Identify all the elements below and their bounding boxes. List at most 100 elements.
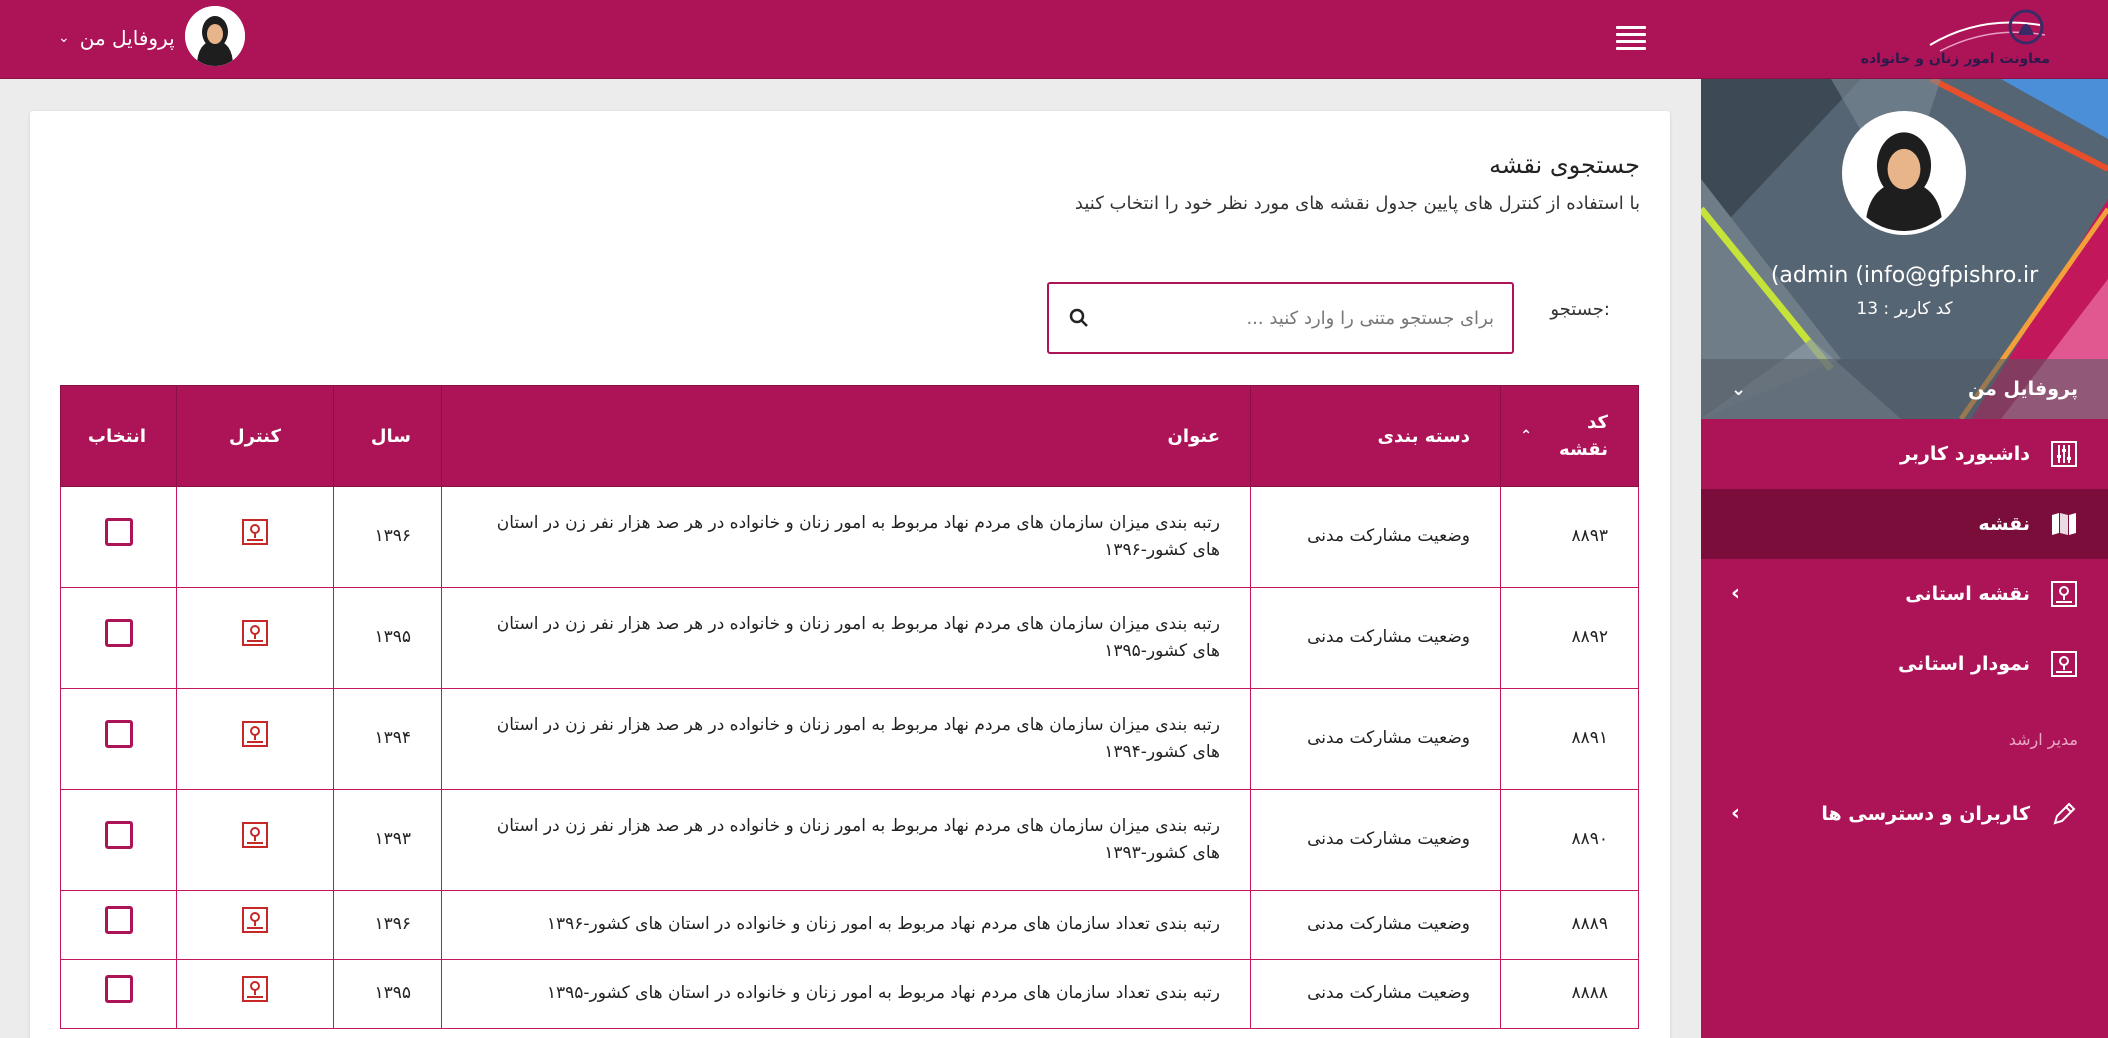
top-avatar[interactable] (185, 6, 245, 66)
row-checkbox[interactable] (104, 619, 133, 648)
cell-year: ۱۳۹۵ (333, 587, 442, 689)
search-input[interactable] (1103, 298, 1494, 338)
sidebar-item-users-access[interactable]: کاربران و دسترسی ها ‹ (1701, 779, 2108, 849)
row-checkbox[interactable] (104, 975, 133, 1004)
sidebar-section-label: مدیر ارشد (2008, 729, 2078, 749)
page-title: جستجوی نقشه (1489, 151, 1640, 179)
column-header-title[interactable]: عنوان (441, 385, 1251, 487)
cell-category: وضعیت مشارکت مدنی (1250, 890, 1501, 960)
cell-control (176, 486, 334, 588)
sidebar-item-label: داشبورد کاربر (1900, 443, 2030, 465)
sidebar-item-map[interactable]: نقشه (1701, 489, 2108, 559)
main-card: جستجوی نقشه با استفاده از کنترل های پایی… (30, 111, 1670, 1038)
page-subtitle: با استفاده از کنترل های پایین جدول نقشه … (1074, 193, 1640, 214)
map-pin-icon (2050, 650, 2078, 678)
table-row: ۸۸۹۲ وضعیت مشارکت مدنی رتبه بندی میزان س… (60, 587, 1639, 689)
cell-title: رتبه بندی تعداد سازمان های مردم نهاد مرب… (441, 959, 1251, 1029)
map-pin-icon[interactable] (242, 620, 268, 647)
sidebar-item-provincial-chart[interactable]: نمودار استانی (1701, 629, 2108, 699)
sidebar-item-label: نقشه (1978, 513, 2030, 535)
column-header-category[interactable]: دسته بندی (1250, 385, 1501, 487)
row-checkbox[interactable] (104, 518, 133, 547)
search-box (1047, 282, 1514, 354)
cell-category: وضعیت مشارکت مدنی (1250, 486, 1501, 588)
cell-code: ۸۸۸۸ (1500, 959, 1639, 1029)
cell-title: رتبه بندی میزان سازمان های مردم نهاد مرب… (441, 587, 1251, 689)
user-avatar-icon (1846, 115, 1962, 231)
cell-select (60, 486, 177, 588)
user-avatar-icon (185, 6, 245, 66)
user-email: (admin (info@gfpishro.ir (1770, 263, 2039, 288)
user-code: کد کاربر : 13 (1856, 299, 1953, 319)
cell-year: ۱۳۹۶ (333, 890, 442, 960)
cell-select (60, 688, 177, 790)
pencil-icon (2050, 800, 2078, 828)
column-header-select: انتخاب (60, 385, 177, 487)
cell-control (176, 587, 334, 689)
top-profile-label: پروفایل من (79, 26, 175, 50)
top-bar: معاونت امور زنان و خانواده ⌄ پروفایل من (0, 0, 2108, 79)
sidebar-profile-toggle[interactable]: ⌄ پروفایل من (1701, 359, 2108, 419)
cell-title: رتبه بندی میزان سازمان های مردم نهاد مرب… (441, 688, 1251, 790)
sidebar: (admin (info@gfpishro.ir کد کاربر : 13 ⌄… (1701, 79, 2108, 1038)
sidebar-item-label: نقشه استانی (1905, 583, 2030, 605)
logo-text: معاونت امور زنان و خانواده (1860, 51, 2050, 67)
sidebar-menu: داشبورد کاربر نقشه نقشه استانی ‹ نمودار … (1701, 419, 2108, 849)
row-checkbox[interactable] (104, 720, 133, 749)
sidebar-item-provincial-map[interactable]: نقشه استانی ‹ (1701, 559, 2108, 629)
sidebar-item-label: کاربران و دسترسی ها (1821, 803, 2030, 825)
cell-control (176, 959, 334, 1029)
map-pin-icon[interactable] (242, 822, 268, 849)
cell-select (60, 789, 177, 891)
table-header-row: کد نقشه ⌃ دسته بندی عنوان سال کنترل انتخ… (60, 385, 1639, 487)
chevron-down-icon: ⌄ (1731, 378, 1747, 400)
column-header-year[interactable]: سال (333, 385, 442, 487)
cell-code: ۸۸۸۹ (1500, 890, 1639, 960)
row-checkbox[interactable] (104, 906, 133, 935)
cell-control (176, 688, 334, 790)
cell-year: ۱۳۹۳ (333, 789, 442, 891)
cell-year: ۱۳۹۶ (333, 486, 442, 588)
column-header-code[interactable]: کد نقشه ⌃ (1500, 385, 1639, 487)
cell-year: ۱۳۹۵ (333, 959, 442, 1029)
sliders-icon (2050, 440, 2078, 468)
chevron-left-icon: ‹ (1731, 581, 1741, 606)
map-pin-icon[interactable] (242, 907, 268, 934)
map-pin-icon[interactable] (242, 976, 268, 1003)
cell-select (60, 587, 177, 689)
cell-code: ۸۸۹۳ (1500, 486, 1639, 588)
cell-control (176, 890, 334, 960)
map-pin-icon[interactable] (242, 721, 268, 748)
top-profile-menu[interactable]: ⌄ پروفایل من (58, 18, 175, 58)
cell-category: وضعیت مشارکت مدنی (1250, 789, 1501, 891)
cell-select (60, 890, 177, 960)
table-row: ۸۸۸۸ وضعیت مشارکت مدنی رتبه بندی تعداد س… (60, 959, 1639, 1029)
cell-title: رتبه بندی تعداد سازمان های مردم نهاد مرب… (441, 890, 1251, 960)
chevron-down-icon: ⌄ (58, 30, 70, 46)
cell-code: ۸۸۹۰ (1500, 789, 1639, 891)
chevron-left-icon: ‹ (1731, 801, 1741, 826)
cell-year: ۱۳۹۴ (333, 688, 442, 790)
cell-code: ۸۸۹۲ (1500, 587, 1639, 689)
cell-title: رتبه بندی میزان سازمان های مردم نهاد مرب… (441, 789, 1251, 891)
map-icon (2050, 510, 2078, 538)
hamburger-icon[interactable] (1616, 26, 1646, 50)
map-pin-icon (2050, 580, 2078, 608)
row-checkbox[interactable] (104, 821, 133, 850)
sort-up-icon: ⌃ (1520, 428, 1532, 444)
search-label: جستجو: (1550, 299, 1610, 320)
sidebar-item-dashboard[interactable]: داشبورد کاربر (1701, 419, 2108, 489)
cell-category: وضعیت مشارکت مدنی (1250, 959, 1501, 1029)
sidebar-header: (admin (info@gfpishro.ir کد کاربر : 13 ⌄… (1701, 79, 2108, 419)
cell-control (176, 789, 334, 891)
cell-category: وضعیت مشارکت مدنی (1250, 688, 1501, 790)
cell-select (60, 959, 177, 1029)
cell-category: وضعیت مشارکت مدنی (1250, 587, 1501, 689)
sidebar-item-label: نمودار استانی (1897, 653, 2030, 675)
sidebar-avatar[interactable] (1842, 111, 1966, 235)
search-icon[interactable] (1067, 306, 1091, 330)
table-row: ۸۸۸۹ وضعیت مشارکت مدنی رتبه بندی تعداد س… (60, 890, 1639, 960)
map-pin-icon[interactable] (242, 519, 268, 546)
table-row: ۸۸۹۳ وضعیت مشارکت مدنی رتبه بندی میزان س… (60, 486, 1639, 588)
logo: معاونت امور زنان و خانواده (1861, 5, 2050, 71)
